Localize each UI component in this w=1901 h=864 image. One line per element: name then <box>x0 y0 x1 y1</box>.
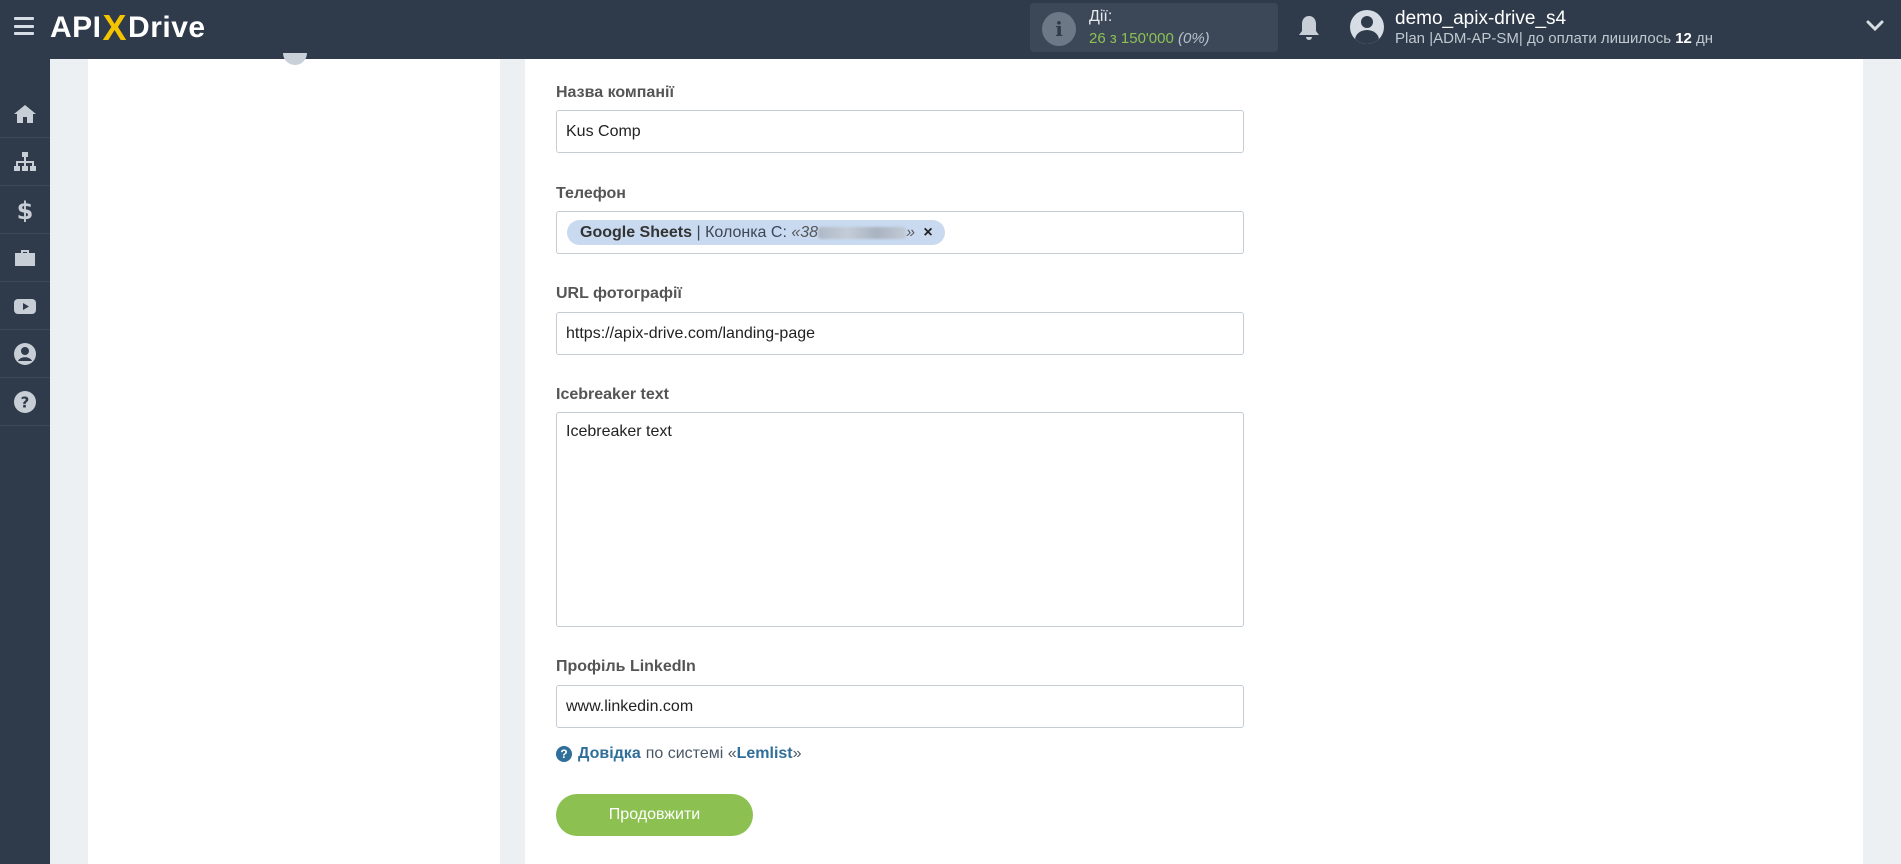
company-input[interactable]: Kus Comp <box>556 110 1244 153</box>
sidebar-item-profile[interactable] <box>0 331 50 378</box>
photo-url-label: URL фотографії <box>556 285 682 302</box>
help-link-line: ? Довідка по системі «Lemlist» <box>556 745 802 763</box>
tag-value: «38» <box>791 224 915 241</box>
actions-label: Дії: <box>1089 8 1113 25</box>
company-label: Назва компанії <box>556 84 674 101</box>
home-icon <box>14 105 36 123</box>
tag-source: Google Sheets <box>580 224 693 241</box>
youtube-icon <box>14 299 36 314</box>
icebreaker-label: Icebreaker text <box>556 386 669 403</box>
top-bar: API X Drive i Дії: 26 з 150'000 (0%) demo_… <box>0 0 1901 59</box>
continue-button[interactable]: Продовжити <box>556 794 753 836</box>
logo-text-api: API <box>50 11 102 44</box>
user-avatar-icon[interactable] <box>1350 10 1384 44</box>
sidebar-item-connections[interactable] <box>0 139 50 186</box>
linkedin-input[interactable]: www.linkedin.com <box>556 685 1244 728</box>
info-icon: i <box>1042 12 1076 46</box>
logo-text-x: X <box>102 7 128 48</box>
svg-text:?: ? <box>21 394 30 412</box>
username[interactable]: demo_apix-drive_s4 <box>1395 8 1566 30</box>
plan-info: Plan |ADM-AP-SM| до оплати лишилось 12 д… <box>1395 30 1714 47</box>
help-text: по системі « <box>645 745 737 762</box>
photo-url-input[interactable]: https://apix-drive.com/landing-page <box>556 312 1244 355</box>
logo-text-drive: Drive <box>128 11 206 44</box>
actions-count: 26 з 150'000 (0%) <box>1089 30 1210 47</box>
menu-icon[interactable] <box>14 17 34 35</box>
sidebar-item-home[interactable] <box>0 91 50 138</box>
help-link[interactable]: Довідка <box>578 745 641 763</box>
question-circle-icon: ? <box>14 391 36 413</box>
sidebar-item-video[interactable] <box>0 283 50 330</box>
step-indicator <box>283 53 307 65</box>
dollar-icon: $ <box>17 198 34 222</box>
sidebar-item-help[interactable]: ? <box>0 379 50 426</box>
help-system-link[interactable]: Lemlist <box>737 745 793 763</box>
phone-label: Телефон <box>556 185 626 202</box>
sidebar-item-briefcase[interactable] <box>0 235 50 282</box>
phone-field-tag[interactable]: Google Sheets | Колонка С: «38» × <box>567 220 945 245</box>
actions-counter[interactable]: i Дії: 26 з 150'000 (0%) <box>1030 3 1278 52</box>
bell-icon[interactable] <box>1297 14 1321 42</box>
briefcase-icon <box>15 250 35 266</box>
svg-text:$: $ <box>17 198 34 222</box>
tag-column: | Колонка С: <box>696 224 787 241</box>
question-circle-icon: ? <box>556 746 572 762</box>
sitemap-icon <box>14 152 36 171</box>
chevron-down-icon[interactable] <box>1866 19 1884 33</box>
apix-drive-logo[interactable]: API X Drive <box>50 7 206 48</box>
tag-remove-icon[interactable]: × <box>923 224 932 241</box>
linkedin-label: Профіль LinkedIn <box>556 658 696 675</box>
help-close-quote: » <box>792 745 802 762</box>
sidebar-item-billing[interactable]: $ <box>0 187 50 234</box>
steps-panel <box>88 53 500 864</box>
icebreaker-textarea[interactable]: Icebreaker text <box>556 412 1244 627</box>
user-circle-icon <box>14 343 36 365</box>
sidebar: $ ? <box>0 59 50 864</box>
